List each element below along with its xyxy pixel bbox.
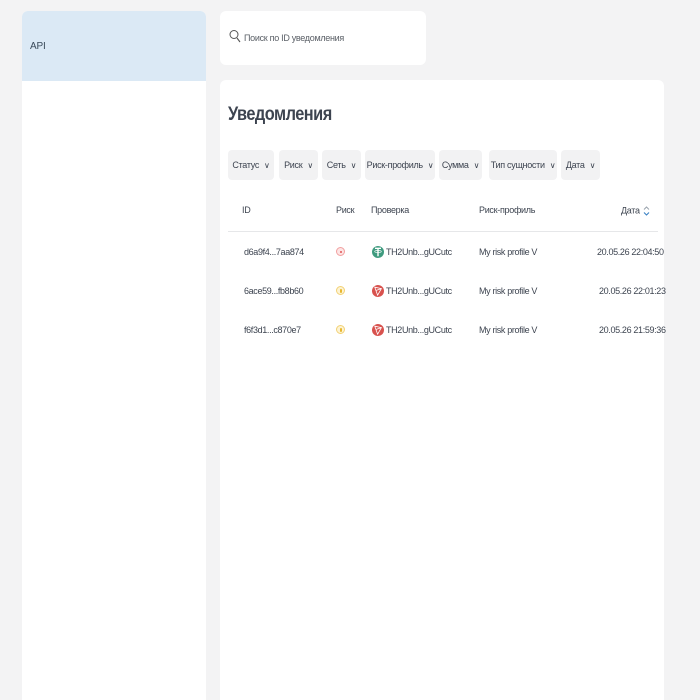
chevron-down-icon: ∨ xyxy=(427,160,434,170)
column-header-date[interactable]: Дата xyxy=(621,205,650,217)
row-check[interactable]: TH2Unb...gUCutc xyxy=(372,271,452,310)
chevron-down-icon: ∨ xyxy=(264,160,270,170)
tron-icon xyxy=(372,284,384,297)
row-date: 20.05.26 22:04:50 xyxy=(597,246,664,257)
column-header-id[interactable]: ID xyxy=(242,205,251,215)
sidebar-item-label: API xyxy=(30,40,46,52)
chevron-down-icon: ∨ xyxy=(549,160,556,170)
filter-label: Тип сущности xyxy=(490,160,545,170)
filter-label: Риск xyxy=(284,160,303,170)
sort-icon[interactable] xyxy=(643,205,650,217)
row-date: 20.05.26 21:59:36 xyxy=(599,324,666,335)
filter-risk[interactable]: Риск ∨ xyxy=(279,150,318,180)
filter-label: Дата xyxy=(565,160,585,170)
main-panel: Уведомления Статус ∨ Риск ∨ Сеть ∨ Риск-про… xyxy=(220,80,666,700)
row-check-address: TH2Unb...gUCutc xyxy=(386,285,452,296)
search-input[interactable] xyxy=(244,33,414,43)
column-header-risk-profile[interactable]: Риск-профиль xyxy=(479,205,535,215)
usdt-icon xyxy=(372,245,384,258)
row-id[interactable]: 6ace59...fb8b60 xyxy=(244,271,304,310)
filter-status[interactable]: Статус ∨ xyxy=(228,150,274,180)
row-risk xyxy=(336,310,345,349)
chevron-down-icon: ∨ xyxy=(473,160,480,170)
sidebar-item-api[interactable]: API xyxy=(22,11,206,81)
tron-icon xyxy=(372,323,384,336)
chevron-down-icon: ∨ xyxy=(589,160,596,170)
search-box[interactable] xyxy=(220,11,426,65)
filter-label: Статус xyxy=(232,160,260,170)
row-id[interactable]: d6a9f4...7aa874 xyxy=(244,232,304,271)
row-risk xyxy=(336,271,345,310)
column-header-date-label: Дата xyxy=(621,205,640,216)
table-row[interactable]: 6ace59...fb8b60 TH2Unb...gUCutc My risk … xyxy=(228,271,666,310)
chevron-down-icon: ∨ xyxy=(307,160,313,170)
row-id[interactable]: f6f3d1...c870e7 xyxy=(244,310,301,349)
row-check[interactable]: TH2Unb...gUCutc xyxy=(372,310,452,349)
row-risk-profile: My risk profile V xyxy=(479,324,538,335)
filter-entity-type[interactable]: Тип сущности ∨ xyxy=(489,150,557,180)
filter-amount[interactable]: Сумма ∨ xyxy=(439,150,482,180)
filter-risk-profile[interactable]: Риск-профиль ∨ xyxy=(365,150,435,180)
chevron-down-icon: ∨ xyxy=(350,160,357,170)
filter-label: Сеть xyxy=(326,160,346,170)
risk-high-icon xyxy=(336,247,345,256)
row-risk-profile: My risk profile V xyxy=(479,285,538,296)
filter-label: Сумма xyxy=(441,160,469,170)
filter-label: Риск-профиль xyxy=(366,160,423,170)
row-date: 20.05.26 22:01:23 xyxy=(599,285,666,296)
row-check-address: TH2Unb...gUCutc xyxy=(386,324,452,335)
risk-medium-icon xyxy=(336,325,345,334)
row-risk xyxy=(336,232,345,271)
filter-network[interactable]: Сеть ∨ xyxy=(322,150,361,180)
sidebar: API xyxy=(22,11,206,700)
filter-date[interactable]: Дата ∨ xyxy=(561,150,600,180)
row-check[interactable]: TH2Unb...gUCutc xyxy=(372,232,452,271)
column-header-check[interactable]: Проверка xyxy=(371,205,409,215)
search-icon xyxy=(229,29,241,48)
table-row[interactable]: f6f3d1...c870e7 TH2Unb...gUCutc My risk … xyxy=(228,310,666,349)
risk-medium-icon xyxy=(336,286,345,295)
row-check-address: TH2Unb...gUCutc xyxy=(386,246,452,257)
page-title: Уведомления xyxy=(228,104,332,125)
table-row[interactable]: d6a9f4...7aa874 TH2Unb...gUCutc My risk … xyxy=(228,232,664,271)
row-risk-profile: My risk profile V xyxy=(479,246,538,257)
column-header-risk[interactable]: Риск xyxy=(336,205,355,215)
